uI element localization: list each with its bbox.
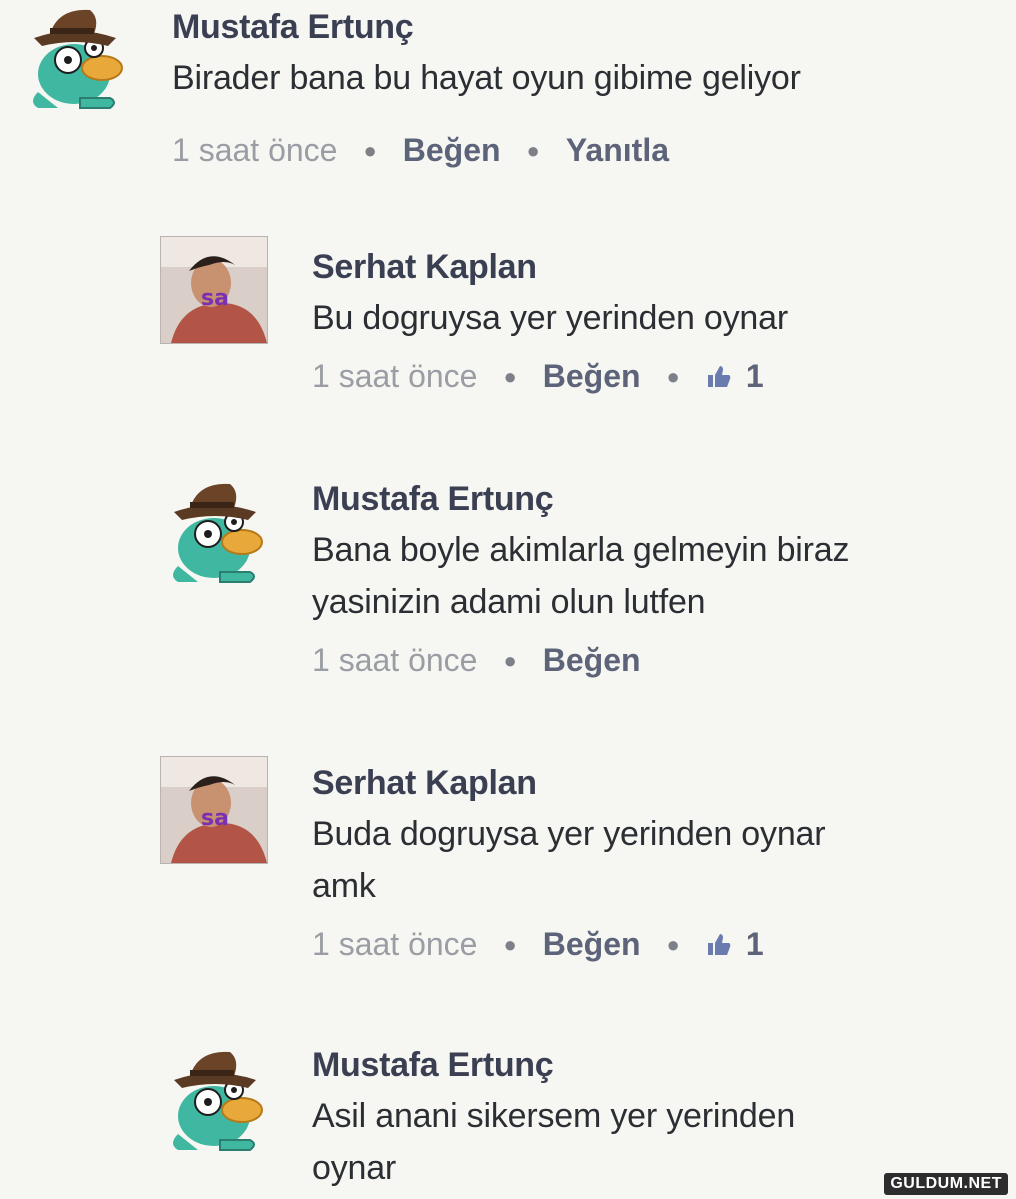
separator-dot: ● bbox=[503, 931, 517, 957]
profile-photo-avatar: sa bbox=[160, 236, 268, 344]
profile-photo-avatar: sa bbox=[160, 756, 268, 864]
comment-time: 1 saat önce bbox=[312, 642, 478, 678]
comment-meta: 1 saat önce ● Beğen bbox=[312, 642, 641, 679]
separator-dot: ● bbox=[363, 137, 377, 163]
comment-text: oynar bbox=[312, 1149, 397, 1187]
site-watermark: GULDUM.NET bbox=[884, 1173, 1008, 1195]
like-button[interactable]: Beğen bbox=[543, 642, 641, 679]
comment-text: amk bbox=[312, 867, 376, 905]
comment-text: Bu dogruysa yer yerinden oynar bbox=[312, 299, 788, 337]
like-button[interactable]: Beğen bbox=[403, 132, 501, 169]
separator-dot: ● bbox=[503, 363, 517, 389]
svg-text:sa: sa bbox=[201, 286, 229, 311]
comment-time: 1 saat önce bbox=[312, 926, 478, 962]
comment-author[interactable]: Mustafa Ertunç bbox=[312, 480, 554, 519]
comment-time: 1 saat önce bbox=[172, 132, 338, 168]
svg-text:sa: sa bbox=[201, 806, 229, 831]
perry-platypus-avatar bbox=[173, 1051, 263, 1151]
comment-author[interactable]: Serhat Kaplan bbox=[312, 764, 537, 803]
reply-button[interactable]: Yanıtla bbox=[566, 132, 669, 169]
thumbs-up-icon bbox=[707, 933, 731, 955]
separator-dot: ● bbox=[666, 931, 680, 957]
avatar[interactable] bbox=[160, 476, 268, 584]
like-count[interactable]: 1 bbox=[746, 926, 764, 963]
avatar[interactable]: sa bbox=[160, 756, 268, 864]
comment-text: yasinizin adami olun lutfen bbox=[312, 583, 706, 621]
comment-meta: 1 saat önce ● Beğen ● Yanıtla bbox=[172, 132, 669, 169]
comment-meta: 1 saat önce ● Beğen ● 1 bbox=[312, 926, 764, 963]
comment-time: 1 saat önce bbox=[312, 358, 478, 394]
perry-platypus-avatar bbox=[33, 9, 123, 109]
avatar[interactable] bbox=[20, 2, 128, 110]
avatar[interactable]: sa bbox=[160, 236, 268, 344]
comment-author[interactable]: Mustafa Ertunç bbox=[172, 8, 414, 47]
like-count[interactable]: 1 bbox=[746, 358, 764, 395]
comment-text: Buda dogruysa yer yerinden oynar bbox=[312, 815, 826, 853]
separator-dot: ● bbox=[503, 647, 517, 673]
comment-text: Birader bana bu hayat oyun gibime geliyo… bbox=[172, 59, 801, 97]
perry-platypus-avatar bbox=[173, 483, 263, 583]
comment-text: Asil anani sikersem yer yerinden bbox=[312, 1097, 796, 1135]
comment-author[interactable]: Serhat Kaplan bbox=[312, 248, 537, 287]
comment-author[interactable]: Mustafa Ertunç bbox=[312, 1046, 554, 1085]
separator-dot: ● bbox=[526, 137, 540, 163]
avatar[interactable] bbox=[160, 1044, 268, 1152]
comment-text: Bana boyle akimlarla gelmeyin biraz bbox=[312, 531, 850, 569]
thumbs-up-icon bbox=[707, 365, 731, 387]
like-button[interactable]: Beğen bbox=[543, 926, 641, 963]
comment-meta: 1 saat önce ● Beğen ● 1 bbox=[312, 358, 764, 395]
separator-dot: ● bbox=[666, 363, 680, 389]
like-button[interactable]: Beğen bbox=[543, 358, 641, 395]
